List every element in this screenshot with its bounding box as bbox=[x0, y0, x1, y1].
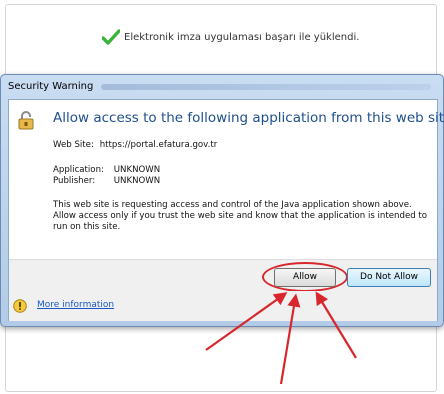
application-row: Application: UNKNOWN bbox=[53, 165, 160, 176]
check-icon bbox=[102, 29, 120, 45]
dialog-info-bar: More information bbox=[9, 291, 437, 321]
application-label: Application: bbox=[53, 165, 104, 175]
dialog-heading: Allow access to the following applicatio… bbox=[53, 110, 444, 126]
website-label: Web Site: bbox=[53, 140, 94, 150]
website-row: Web Site: https://portal.efatura.gov.tr bbox=[53, 140, 217, 151]
browser-page: Elektronik imza uygulaması başarı ile yü… bbox=[0, 0, 444, 394]
shield-icon bbox=[18, 111, 34, 130]
allow-button[interactable]: Allow bbox=[274, 268, 336, 287]
publisher-value: UNKNOWN bbox=[113, 176, 161, 186]
security-warning-dialog: Security Warning Allow access to the fol… bbox=[0, 74, 444, 327]
more-information-link[interactable]: More information bbox=[37, 300, 114, 310]
publisher-row: Publisher: UNKNOWN bbox=[53, 176, 160, 187]
application-value: UNKNOWN bbox=[113, 165, 161, 175]
dialog-title: Security Warning bbox=[8, 81, 94, 92]
publisher-label: Publisher: bbox=[53, 176, 96, 186]
success-message: Elektronik imza uygulaması başarı ile yü… bbox=[124, 31, 360, 43]
do-not-allow-button[interactable]: Do Not Allow bbox=[347, 268, 431, 287]
website-value: https://portal.efatura.gov.tr bbox=[99, 140, 218, 150]
success-message-row: Elektronik imza uygulaması başarı ile yü… bbox=[102, 29, 359, 45]
dialog-description: This web site is requesting access and c… bbox=[53, 200, 428, 232]
titlebar-blurred-text bbox=[101, 84, 431, 90]
dialog-button-bar: Allow Do Not Allow bbox=[9, 259, 437, 292]
dialog-content: Allow access to the following applicatio… bbox=[8, 99, 444, 321]
warning-info-icon bbox=[13, 299, 27, 313]
dialog-titlebar[interactable]: Security Warning bbox=[1, 75, 443, 99]
